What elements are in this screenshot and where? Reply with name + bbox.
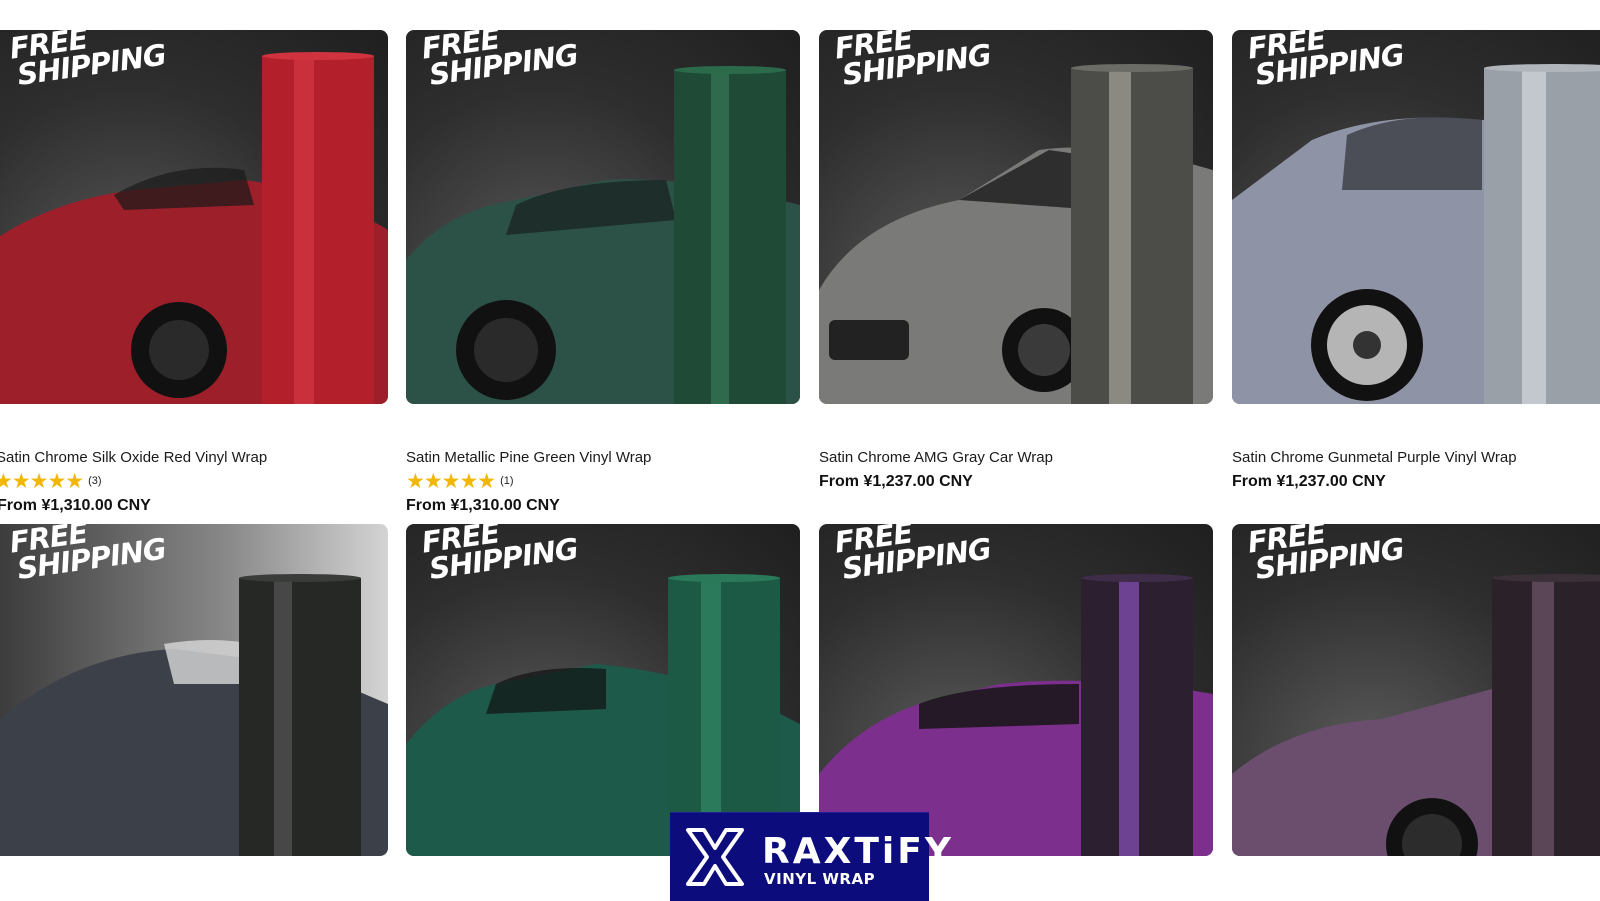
product-image[interactable]: FREE SHIPPING	[819, 524, 1213, 856]
product-image[interactable]: FREE SHIPPING	[0, 30, 388, 404]
product-title[interactable]: Satin Chrome AMG Gray Car Wrap	[819, 449, 1053, 466]
review-count: (1)	[500, 475, 514, 487]
free-shipping-badge: FREE SHIPPING	[1245, 30, 1406, 92]
product-image[interactable]: FREE SHIPPING	[406, 30, 800, 404]
product-grid: FREE SHIPPING Satin Chrome Silk Oxide Red…	[0, 0, 1600, 900]
free-shipping-badge: FREE SHIPPING	[419, 30, 580, 92]
product-image[interactable]: FREE SHIPPING	[1232, 30, 1600, 404]
brand-name: RAXTiFY	[762, 831, 954, 872]
brand-logo[interactable]: RAXTiFY VINYL WRAP	[670, 812, 951, 901]
product-title[interactable]: Satin Chrome Gunmetal Purple Vinyl Wrap	[1232, 449, 1517, 466]
product-price: From ¥1,237.00 CNY	[819, 473, 973, 490]
free-shipping-badge: FREE SHIPPING	[832, 524, 993, 586]
product-price: From ¥1,310.00 CNY	[406, 497, 560, 514]
free-shipping-badge: FREE SHIPPING	[7, 30, 168, 92]
product-rating: ★★★★★ (1)	[406, 469, 514, 493]
product-image[interactable]: FREE SHIPPING	[406, 524, 800, 856]
free-shipping-badge: FREE SHIPPING	[7, 524, 168, 586]
star-rating-icon: ★★★★★	[0, 469, 84, 493]
product-image[interactable]: FREE SHIPPING	[819, 30, 1213, 404]
product-title[interactable]: Satin Metallic Pine Green Vinyl Wrap	[406, 449, 651, 466]
product-price: From ¥1,310.00 CNY	[0, 497, 151, 514]
star-rating-icon: ★★★★★	[406, 469, 496, 493]
free-shipping-badge: FREE SHIPPING	[832, 30, 993, 92]
product-price: From ¥1,237.00 CNY	[1232, 473, 1386, 490]
product-title[interactable]: Satin Chrome Silk Oxide Red Vinyl Wrap	[0, 449, 267, 466]
product-image[interactable]: FREE SHIPPING	[0, 524, 388, 856]
product-image[interactable]: FREE SHIPPING	[1232, 524, 1600, 856]
product-rating: ★★★★★ (3)	[0, 469, 102, 493]
x-logo-icon	[686, 828, 744, 886]
free-shipping-badge: FREE SHIPPING	[1245, 524, 1406, 586]
brand-tagline: VINYL WRAP	[764, 870, 876, 888]
free-shipping-badge: FREE SHIPPING	[419, 524, 580, 586]
review-count: (3)	[88, 475, 102, 487]
